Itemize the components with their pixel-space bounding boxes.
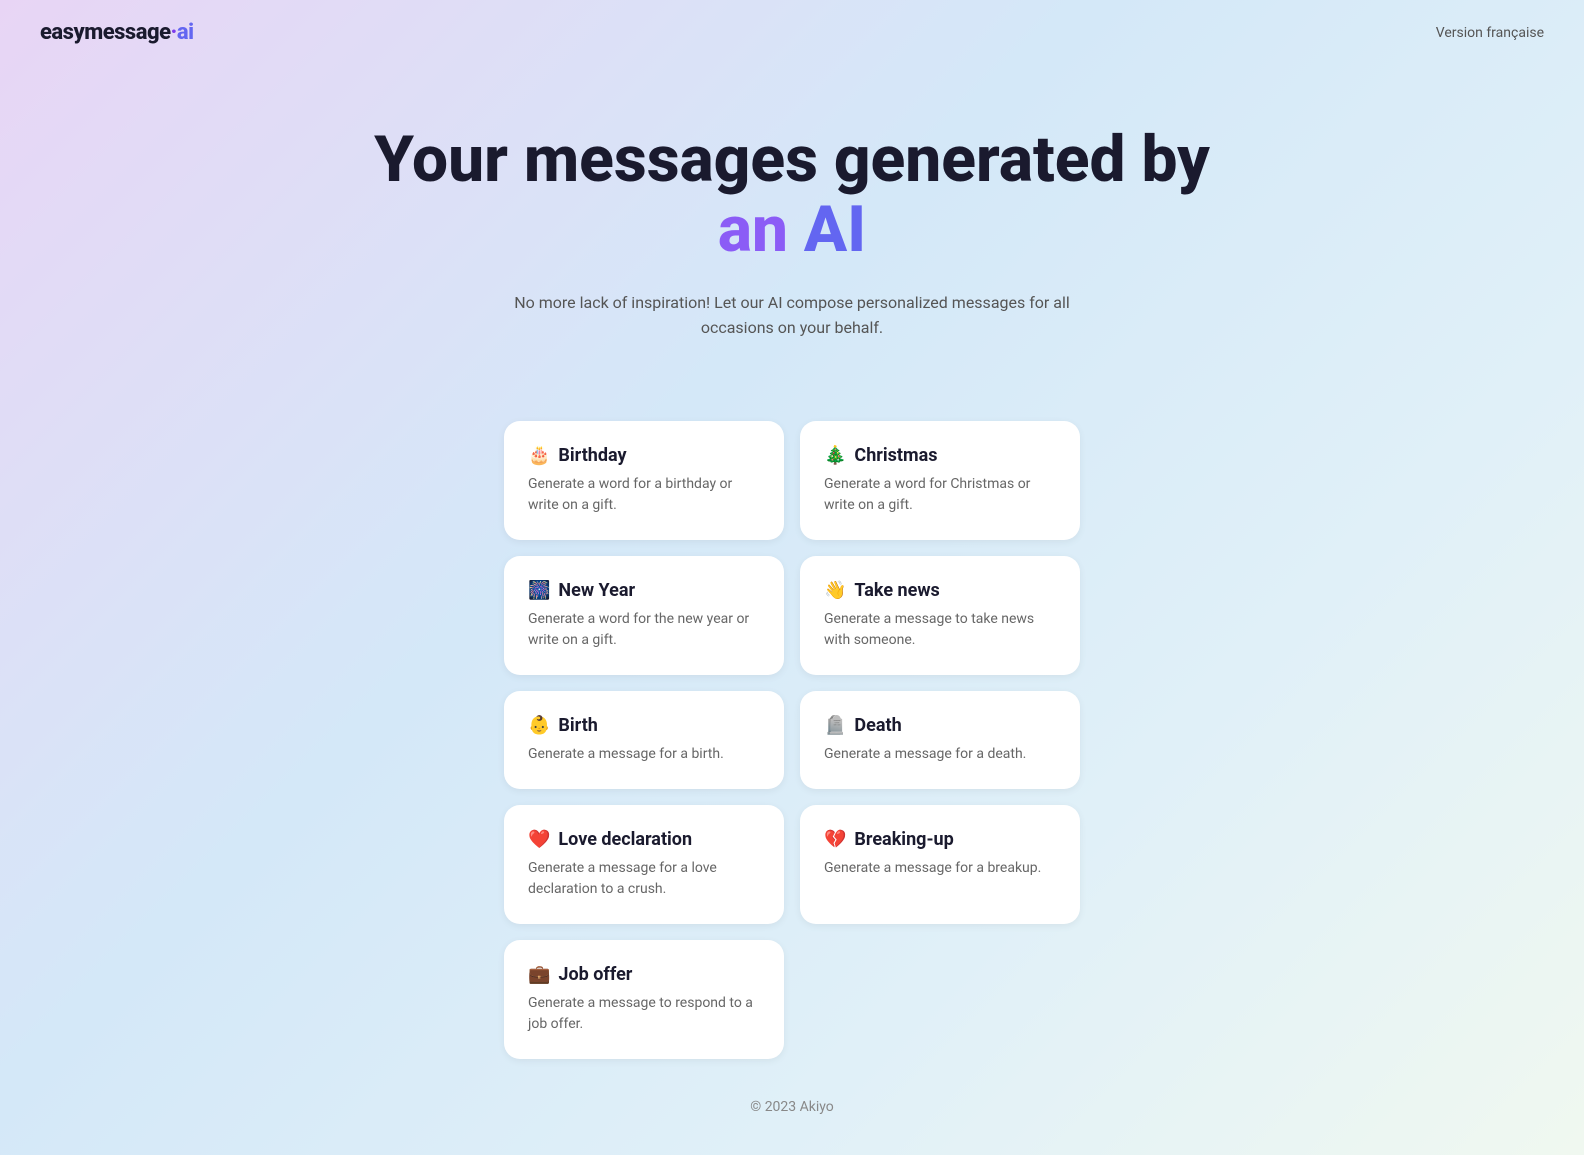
card-emoji-new-year: 🎆	[528, 580, 550, 601]
card-desc-death: Generate a message for a death.	[824, 744, 1056, 765]
card-emoji-take-news: 👋	[824, 580, 846, 601]
hero-title: Your messages generated by an AI	[362, 125, 1222, 266]
hero-title-an: an	[718, 192, 788, 267]
card-desc-take-news: Generate a message to take news with som…	[824, 609, 1056, 651]
card-title-text-new-year: New Year	[558, 580, 635, 601]
card-take-news[interactable]: 👋 Take news Generate a message to take new…	[800, 556, 1080, 675]
card-emoji-christmas: 🎄	[824, 445, 846, 466]
card-desc-new-year: Generate a word for the new year or writ…	[528, 609, 760, 651]
card-emoji-birthday: 🎂	[528, 445, 550, 466]
card-emoji-love-declaration: ❤️	[528, 829, 550, 850]
card-desc-birthday: Generate a word for a birthday or write …	[528, 474, 760, 516]
language-link[interactable]: Version française	[1436, 25, 1544, 41]
card-title-death: 🪦 Death	[824, 715, 1056, 736]
card-title-take-news: 👋 Take news	[824, 580, 1056, 601]
site-logo: easymessage·ai	[40, 20, 194, 45]
card-title-new-year: 🎆 New Year	[528, 580, 760, 601]
card-desc-job-offer: Generate a message to respond to a job o…	[528, 993, 760, 1035]
card-title-text-job-offer: Job offer	[558, 964, 632, 985]
card-title-birth: 👶 Birth	[528, 715, 760, 736]
card-desc-christmas: Generate a word for Christmas or write o…	[824, 474, 1056, 516]
card-emoji-breaking-up: 💔	[824, 829, 846, 850]
footer-text: © 2023 Akiyo	[750, 1099, 834, 1115]
site-footer: © 2023 Akiyo	[710, 1059, 874, 1155]
card-title-job-offer: 💼 Job offer	[528, 964, 760, 985]
card-emoji-birth: 👶	[528, 715, 550, 736]
card-title-christmas: 🎄 Christmas	[824, 445, 1056, 466]
card-birthday[interactable]: 🎂 Birthday Generate a word for a birthday …	[504, 421, 784, 540]
card-christmas[interactable]: 🎄 Christmas Generate a word for Christmas …	[800, 421, 1080, 540]
card-title-text-birthday: Birthday	[558, 445, 626, 466]
card-emoji-job-offer: 💼	[528, 964, 550, 985]
card-desc-love-declaration: Generate a message for a love declaratio…	[528, 858, 760, 900]
cards-grid: 🎂 Birthday Generate a word for a birthday …	[484, 421, 1100, 1059]
logo-message: message	[84, 20, 170, 45]
hero-title-ai: AI	[804, 192, 866, 267]
card-new-year[interactable]: 🎆 New Year Generate a word for the new yea…	[504, 556, 784, 675]
logo-easy: easy	[40, 20, 84, 45]
card-title-text-take-news: Take news	[854, 580, 939, 601]
card-title-text-birth: Birth	[558, 715, 597, 736]
card-title-breaking-up: 💔 Breaking-up	[824, 829, 1056, 850]
card-title-love-declaration: ❤️ Love declaration	[528, 829, 760, 850]
card-title-text-love-declaration: Love declaration	[558, 829, 692, 850]
card-birth[interactable]: 👶 Birth Generate a message for a birth.	[504, 691, 784, 789]
logo-ai: ai	[177, 20, 194, 45]
card-title-text-breaking-up: Breaking-up	[854, 829, 953, 850]
card-title-text-christmas: Christmas	[854, 445, 937, 466]
card-title-text-death: Death	[854, 715, 901, 736]
card-breaking-up[interactable]: 💔 Breaking-up Generate a message for a bre…	[800, 805, 1080, 924]
card-emoji-death: 🪦	[824, 715, 846, 736]
card-desc-breaking-up: Generate a message for a breakup.	[824, 858, 1056, 879]
card-death[interactable]: 🪦 Death Generate a message for a death.	[800, 691, 1080, 789]
hero-title-prefix: Your messages generated by	[374, 122, 1210, 197]
card-love-declaration[interactable]: ❤️ Love declaration Generate a message for…	[504, 805, 784, 924]
hero-section: Your messages generated by an AI No more…	[342, 65, 1242, 381]
site-header: easymessage·ai Version française	[0, 0, 1584, 65]
card-desc-birth: Generate a message for a birth.	[528, 744, 760, 765]
hero-subtitle: No more lack of inspiration! Let our AI …	[482, 290, 1102, 341]
card-title-birthday: 🎂 Birthday	[528, 445, 760, 466]
card-job-offer[interactable]: 💼 Job offer Generate a message to respond …	[504, 940, 784, 1059]
